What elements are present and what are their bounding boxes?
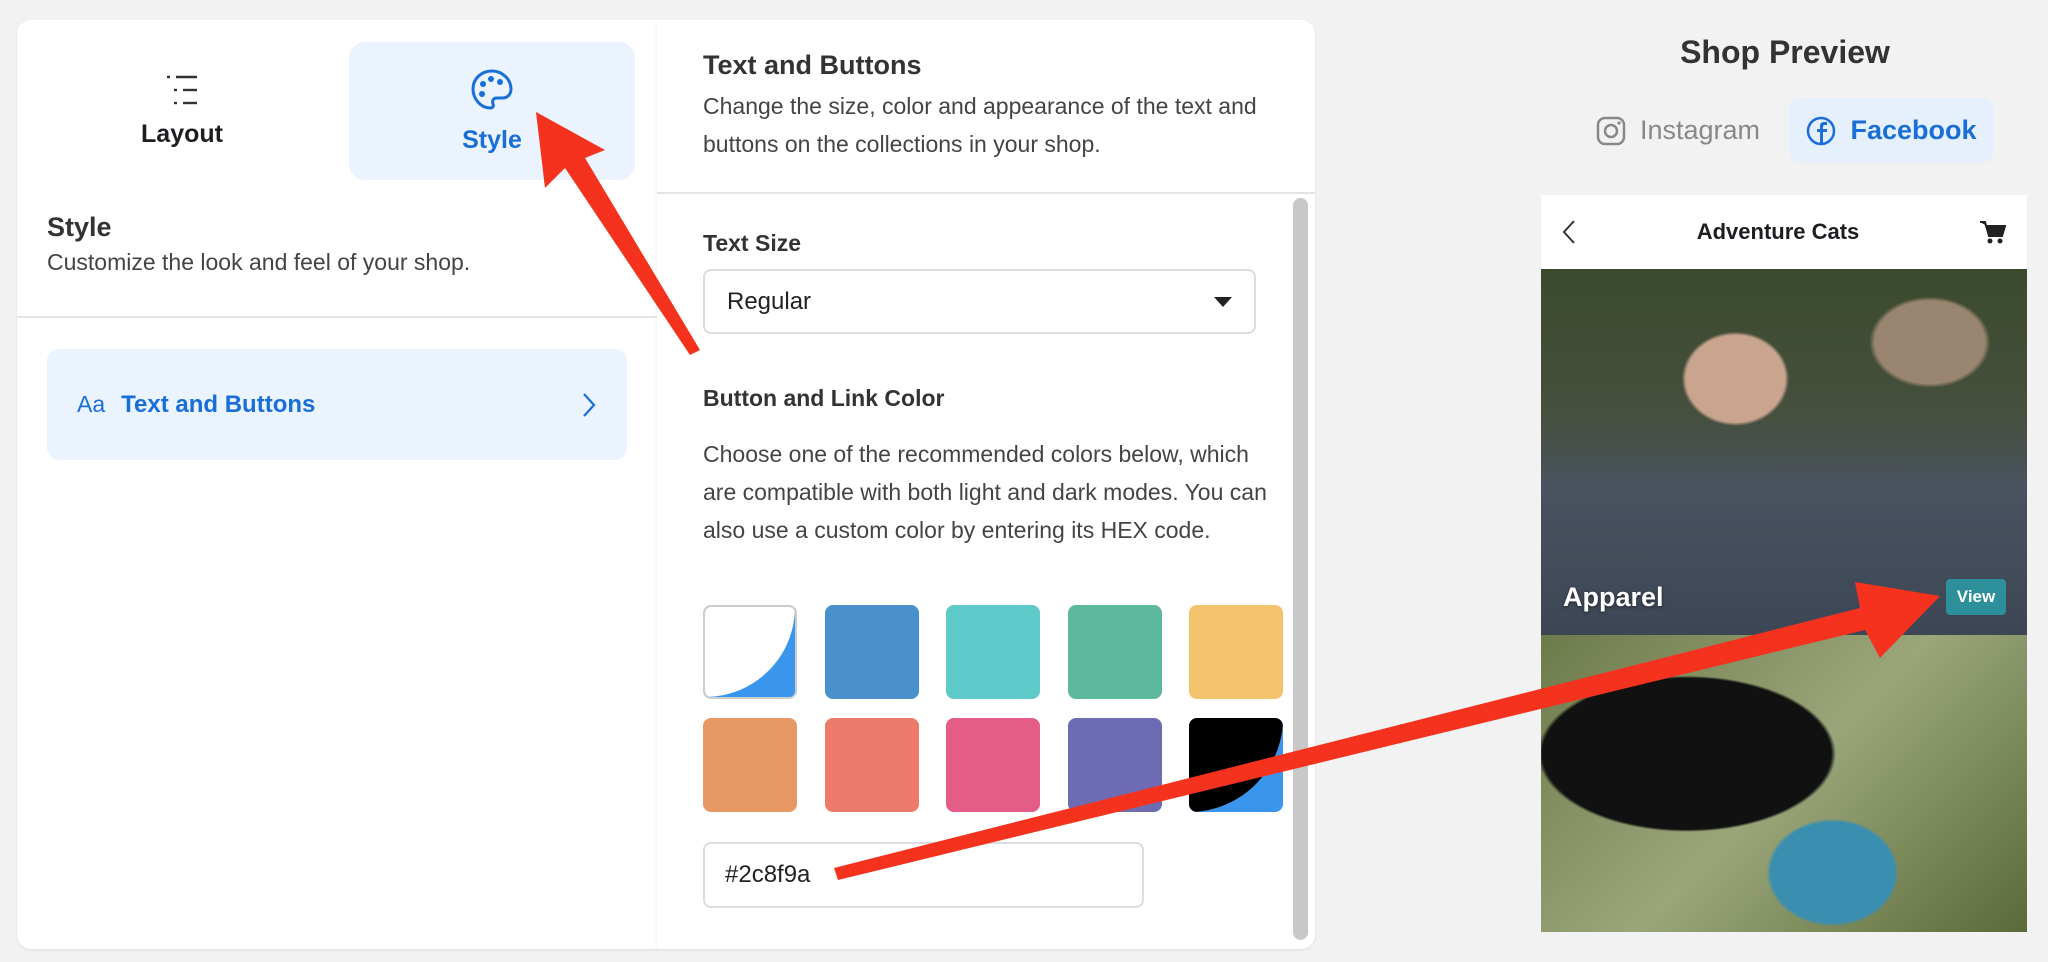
- chevron-right-icon: [583, 392, 596, 417]
- text-and-buttons-item[interactable]: Aa Text and Buttons: [47, 349, 627, 460]
- color-swatch[interactable]: [703, 718, 797, 812]
- hex-color-input[interactable]: #2c8f9a: [703, 842, 1144, 908]
- swatch-fill: [705, 607, 795, 697]
- swatch-fill: [1189, 718, 1283, 812]
- shop-preview-phone: Adventure Cats Apparel View: [1541, 195, 2027, 932]
- collection-image[interactable]: [1541, 635, 2027, 932]
- select-value: Regular: [727, 287, 812, 315]
- text-size-select[interactable]: Regular: [703, 269, 1256, 334]
- panel-title: Text and Buttons: [703, 50, 922, 80]
- caret-down-icon: [1214, 296, 1232, 307]
- divider: [17, 316, 657, 318]
- color-swatch[interactable]: [1189, 605, 1283, 699]
- shop-name: Adventure Cats: [1696, 219, 1860, 244]
- facebook-icon: [1807, 116, 1836, 145]
- text-style-icon: Aa: [77, 391, 106, 417]
- palette-icon: [471, 68, 513, 110]
- tab-label: Style: [462, 125, 522, 154]
- view-button[interactable]: View: [1946, 579, 2006, 615]
- text-and-buttons-panel: Text and Buttons Change the size, color …: [657, 20, 1315, 949]
- divider: [657, 192, 1315, 194]
- section-title: Style: [47, 212, 112, 242]
- color-swatch[interactable]: [824, 718, 919, 812]
- color-swatch[interactable]: [946, 718, 1040, 812]
- instagram-icon: [1596, 116, 1626, 145]
- color-swatch[interactable]: [1067, 718, 1162, 812]
- tab-label: Instagram: [1640, 115, 1761, 145]
- collection-image-apparel[interactable]: Apparel View: [1541, 269, 2027, 635]
- shop-header: Adventure Cats: [1541, 195, 2027, 269]
- tab-facebook[interactable]: Facebook: [1789, 98, 1994, 163]
- tab-label: Layout: [141, 119, 223, 148]
- color-swatch[interactable]: [824, 605, 919, 699]
- button-color-description: Choose one of the recommended colors bel…: [703, 441, 1267, 543]
- scrollbar[interactable]: [1293, 198, 1308, 940]
- text-size-label: Text Size: [703, 230, 801, 256]
- collection-label: Apparel: [1563, 582, 1664, 612]
- list-icon: [167, 75, 197, 104]
- section-description: Customize the look and feel of your shop…: [47, 249, 471, 275]
- color-swatch[interactable]: [1189, 718, 1283, 812]
- button-color-label: Button and Link Color: [703, 385, 945, 411]
- settings-panel: Layout Style Style Customize the look an…: [17, 20, 657, 949]
- cart-icon[interactable]: [1979, 219, 2007, 245]
- tab-label: Facebook: [1850, 115, 1977, 145]
- tab-layout[interactable]: Layout: [57, 42, 307, 180]
- tab-style[interactable]: Style: [349, 42, 635, 180]
- panel-description: Change the size, color and appearance of…: [703, 93, 1257, 157]
- back-icon[interactable]: [1561, 219, 1577, 245]
- color-swatch[interactable]: [703, 605, 797, 699]
- shop-preview-title: Shop Preview: [1680, 34, 1890, 70]
- color-swatch[interactable]: [1067, 605, 1162, 699]
- tab-instagram[interactable]: Instagram: [1596, 98, 1760, 163]
- color-swatch[interactable]: [946, 605, 1040, 699]
- item-label: Text and Buttons: [121, 390, 316, 418]
